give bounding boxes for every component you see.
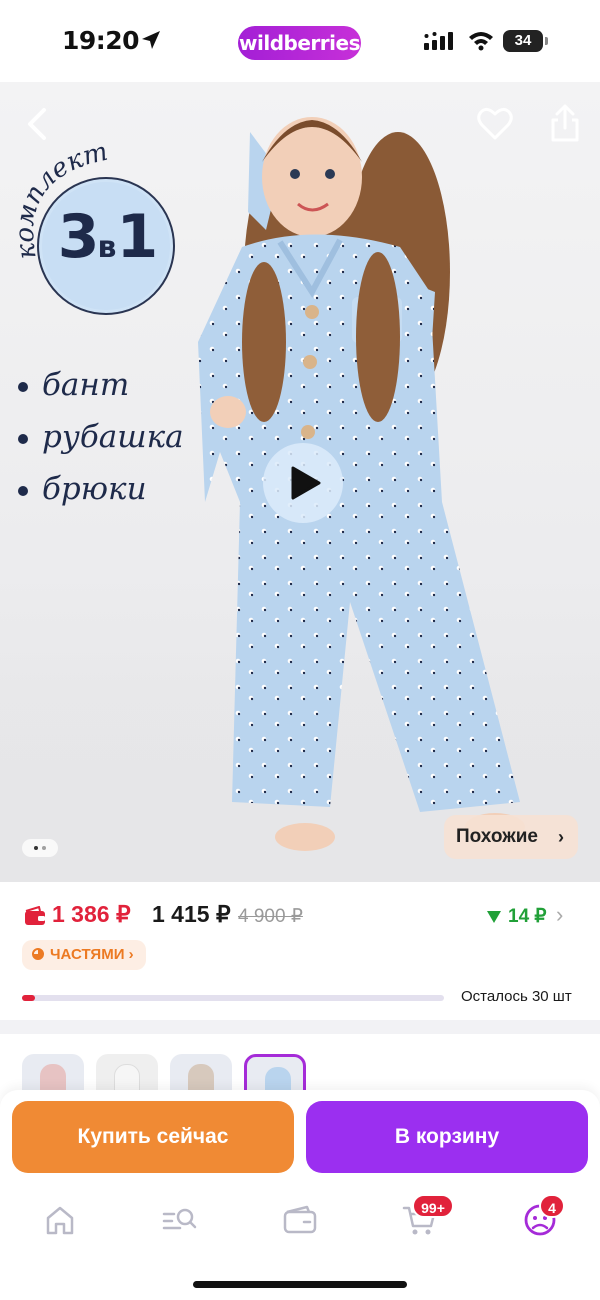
triangle-down-icon (487, 911, 501, 923)
similar-products-button[interactable]: Похожие › (444, 815, 578, 859)
cart-count-badge: 99+ (412, 1194, 454, 1218)
play-icon (291, 466, 321, 500)
heart-icon[interactable] (476, 106, 514, 142)
price-section: 1 386 ₽ 1 415 ₽ 4 900 ₽ 14 ₽ › ЧАСТЯМИ ›… (0, 882, 600, 1020)
wallet-price: 1 386 ₽ (52, 901, 131, 927)
cashback-amount[interactable]: 14 ₽ (508, 905, 547, 928)
product-image-gallery[interactable]: комплект 3в1 бант рубашка брюки Похожие … (0, 82, 600, 882)
catalog-search-icon[interactable] (160, 1202, 200, 1238)
wallet-icon (25, 906, 45, 925)
buy-now-button[interactable]: Купить сейчас (12, 1101, 294, 1173)
pager-dot (42, 846, 46, 850)
battery-icon: 34 (503, 30, 543, 52)
stock-progress-fill (22, 995, 35, 1001)
similar-label: Похожие (456, 826, 538, 847)
bottom-tab-bar: 99+ 4 (0, 1186, 600, 1300)
pager-dot-active (34, 846, 38, 850)
installments-label: ЧАСТЯМИ (50, 946, 125, 963)
profile-notification-badge: 4 (539, 1194, 565, 1218)
share-icon[interactable] (548, 102, 582, 144)
chevron-right-icon: › (558, 827, 564, 847)
brand-logo: wildberries (238, 26, 361, 60)
section-divider (0, 1020, 600, 1034)
add-to-cart-button[interactable]: В корзину (306, 1101, 588, 1173)
current-price: 1 415 ₽ (152, 901, 231, 927)
chevron-right-icon[interactable]: › (556, 902, 563, 928)
bundle-badge-number: 3в1 (57, 202, 158, 272)
cellular-signal-icon (424, 32, 453, 50)
old-price: 4 900 ₽ (238, 906, 303, 927)
bundle-item: бант (18, 367, 129, 403)
pie-icon (32, 948, 44, 960)
installments-badge[interactable]: ЧАСТЯМИ › (22, 940, 146, 970)
purchase-action-bar: Купить сейчас В корзину (0, 1090, 600, 1186)
home-icon[interactable] (40, 1202, 80, 1238)
stock-progress (22, 995, 444, 1001)
play-video-button[interactable] (263, 443, 343, 523)
status-bar: 19:20 wildberries 34 (0, 0, 600, 82)
wifi-icon (469, 32, 493, 51)
wallet-tab-icon[interactable] (280, 1202, 320, 1238)
product-photo (198, 117, 525, 851)
bundle-item: рубашка (18, 419, 184, 455)
home-indicator (193, 1281, 407, 1288)
stock-remaining: Осталось 30 шт (461, 988, 572, 1005)
image-pager (22, 839, 58, 857)
status-time: 19:20 (62, 26, 140, 55)
location-arrow-icon (142, 31, 160, 49)
bundle-item: брюки (18, 471, 147, 507)
battery-tip (545, 37, 548, 45)
